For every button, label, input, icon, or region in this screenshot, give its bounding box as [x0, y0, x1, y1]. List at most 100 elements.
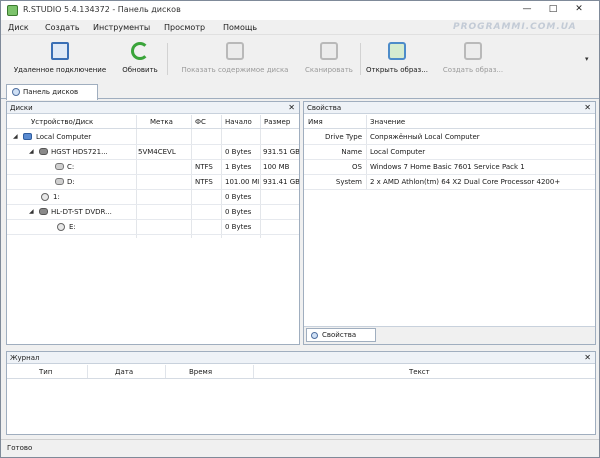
tab-properties[interactable]: Свойства — [306, 328, 376, 342]
create-image-button[interactable]: Создать образ... — [435, 38, 511, 80]
properties-panel: Свойства ✕ Имя Значение Drive Type Сопря… — [303, 101, 596, 345]
tree-row-local-computer[interactable]: ◢ Local Computer — [7, 130, 299, 145]
column-value[interactable]: Значение — [370, 118, 405, 126]
properties-icon — [311, 332, 318, 339]
column-divider[interactable] — [366, 115, 367, 128]
maximize-button[interactable]: □ — [543, 3, 563, 15]
property-row[interactable]: OS Windows 7 Home Basic 7601 Service Pac… — [304, 160, 595, 175]
app-window: R.STUDIO 5.4.134372 - Панель дисков — □ … — [0, 0, 600, 458]
status-bar: Готово — [1, 439, 599, 457]
column-divider[interactable] — [165, 365, 166, 378]
property-value: Local Computer — [370, 148, 426, 156]
scan-button[interactable]: Сканировать — [299, 38, 359, 80]
close-icon[interactable]: ✕ — [584, 353, 591, 362]
tree-row-hdd[interactable]: ◢ HGST HDS721... 5VM4CEVL 0 Bytes 931.51… — [7, 145, 299, 160]
menu-disk[interactable]: Диск — [8, 23, 29, 32]
log-panel: Журнал ✕ Тип Дата Время Текст — [6, 351, 596, 435]
tree-row-dvd[interactable]: ◢ HL-DT-ST DVDR... 0 Bytes — [7, 205, 299, 220]
minimize-button[interactable]: — — [517, 3, 537, 15]
show-contents-label: Показать содержимое диска — [181, 66, 289, 74]
tree-row-volume-c[interactable]: C: NTFS 1 Bytes 100 MB — [7, 160, 299, 175]
column-divider[interactable] — [136, 115, 137, 128]
property-name: OS — [352, 163, 362, 171]
property-row[interactable]: Drive Type Сопряжённый Local Computer — [304, 130, 595, 145]
property-row[interactable]: Name Local Computer — [304, 145, 595, 160]
menu-view[interactable]: Просмотр — [164, 23, 205, 32]
property-row[interactable]: System 2 x AMD Athlon(tm) 64 X2 Dual Cor… — [304, 175, 595, 190]
show-contents-button[interactable]: Показать содержимое диска — [171, 38, 299, 80]
column-start[interactable]: Начало — [225, 118, 252, 126]
properties-panel-header: Свойства ✕ — [304, 102, 595, 114]
menu-create[interactable]: Создать — [45, 23, 80, 32]
column-divider[interactable] — [221, 115, 222, 128]
toolbar: Удаленное подключение Обновить Показать … — [1, 35, 599, 83]
menu-bar: Диск Создать Инструменты Просмотр Помощь… — [1, 20, 599, 35]
refresh-label: Обновить — [122, 66, 158, 74]
column-name[interactable]: Имя — [308, 118, 323, 126]
device-start: 1 Bytes — [225, 163, 252, 171]
status-text: Готово — [7, 444, 33, 452]
device-start: 0 Bytes — [225, 223, 252, 231]
column-label[interactable]: Метка — [150, 118, 173, 126]
device-name: C: — [67, 163, 75, 171]
tab-disk-panel[interactable]: Панель дисков — [6, 84, 98, 100]
close-icon[interactable]: ✕ — [584, 103, 591, 112]
expand-icon[interactable]: ◢ — [29, 208, 34, 215]
disk-panel-icon — [12, 88, 20, 96]
toolbar-overflow-icon[interactable]: ▾ — [585, 55, 589, 63]
tab-properties-label: Свойства — [322, 331, 357, 339]
window-title: R.STUDIO 5.4.134372 - Панель дисков — [23, 5, 181, 14]
disks-column-header: Устройство/Диск Метка ФС Начало Размер — [7, 115, 299, 129]
volume-icon — [55, 178, 64, 185]
watermark: PROGRAMMI.COM.UA — [453, 22, 577, 32]
column-size[interactable]: Размер — [264, 118, 290, 126]
tab-disk-panel-label: Панель дисков — [23, 88, 79, 96]
refresh-button[interactable]: Обновить — [117, 38, 163, 80]
device-name: D: — [67, 178, 75, 186]
column-text[interactable]: Текст — [409, 368, 430, 376]
create-image-label: Создать образ... — [442, 66, 504, 74]
disks-panel-header: Диски ✕ — [7, 102, 299, 114]
close-icon[interactable]: ✕ — [288, 103, 295, 112]
log-panel-title: Журнал — [10, 354, 40, 362]
tree-row-volume-1[interactable]: 1: 0 Bytes — [7, 190, 299, 205]
device-label: 5VM4CEVL — [138, 148, 176, 156]
column-divider[interactable] — [87, 365, 88, 378]
device-name: HGST HDS721... — [51, 148, 108, 156]
properties-tab-bar: Свойства — [304, 326, 595, 344]
device-start: 0 Bytes — [225, 148, 252, 156]
expand-icon[interactable]: ◢ — [29, 148, 34, 155]
properties-column-header: Имя Значение — [304, 115, 595, 129]
volume-icon — [55, 163, 64, 170]
device-fs: NTFS — [195, 163, 213, 171]
open-image-label: Открыть образ... — [366, 66, 428, 74]
property-value: Windows 7 Home Basic 7601 Service Pack 1 — [370, 163, 525, 171]
device-fs: NTFS — [195, 178, 213, 186]
show-contents-icon — [226, 42, 244, 60]
refresh-icon — [131, 42, 149, 60]
column-fs[interactable]: ФС — [195, 118, 206, 126]
close-button[interactable]: ✕ — [569, 3, 589, 15]
log-panel-header: Журнал ✕ — [7, 352, 595, 364]
tree-row-volume-e[interactable]: E: 0 Bytes — [7, 220, 299, 235]
column-time[interactable]: Время — [189, 368, 212, 376]
menu-help[interactable]: Помощь — [223, 23, 257, 32]
tree-row-volume-d[interactable]: D: NTFS 101.00 MB 931.41 GB — [7, 175, 299, 190]
column-device[interactable]: Устройство/Диск — [31, 118, 93, 126]
scan-label: Сканировать — [305, 66, 353, 74]
device-name: HL-DT-ST DVDR... — [51, 208, 112, 216]
device-size: 931.41 GB — [263, 178, 299, 186]
column-date[interactable]: Дата — [115, 368, 133, 376]
device-size: 931.51 GB — [263, 148, 299, 156]
title-bar: R.STUDIO 5.4.134372 - Панель дисков — □ … — [1, 1, 599, 20]
menu-tools[interactable]: Инструменты — [93, 23, 150, 32]
expand-icon[interactable]: ◢ — [13, 133, 18, 140]
disks-panel-title: Диски — [10, 104, 33, 112]
column-type[interactable]: Тип — [39, 368, 52, 376]
remote-connection-button[interactable]: Удаленное подключение — [5, 38, 115, 80]
column-divider[interactable] — [191, 115, 192, 128]
column-divider[interactable] — [253, 365, 254, 378]
column-divider[interactable] — [260, 115, 261, 128]
open-image-button[interactable]: Открыть образ... — [361, 38, 433, 80]
cd-icon — [57, 223, 65, 231]
